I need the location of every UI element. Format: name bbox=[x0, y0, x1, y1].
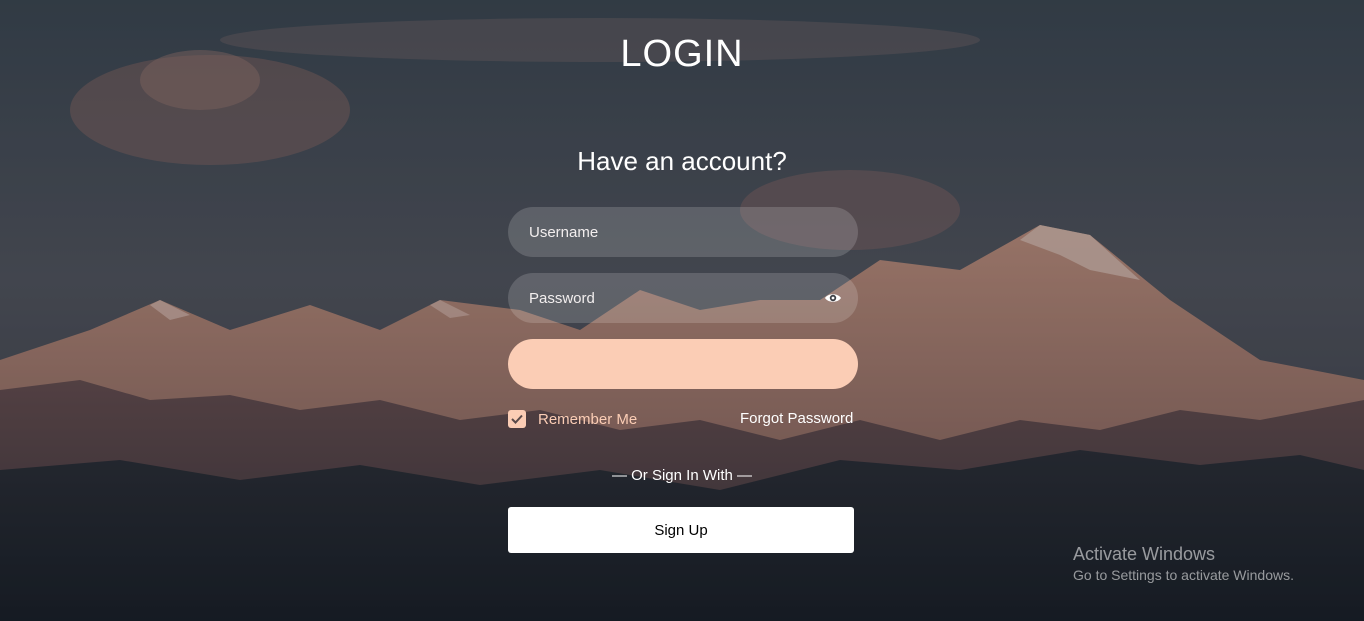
remember-me[interactable]: Remember Me bbox=[508, 409, 637, 429]
activate-windows-watermark: Activate Windows Go to Settings to activ… bbox=[1073, 544, 1294, 583]
sign-in-button[interactable] bbox=[508, 339, 858, 389]
password-input[interactable] bbox=[508, 273, 858, 323]
remember-me-checkbox[interactable] bbox=[508, 410, 526, 428]
password-field[interactable] bbox=[508, 273, 858, 323]
remember-me-label: Remember Me bbox=[538, 410, 638, 428]
forgot-password-link[interactable]: Forgot Password bbox=[740, 410, 853, 427]
eye-icon[interactable] bbox=[824, 290, 842, 306]
or-sign-in-with-divider: — Or Sign In With — bbox=[611, 467, 753, 484]
sign-up-button[interactable]: Sign Up bbox=[508, 507, 854, 553]
check-icon bbox=[511, 414, 523, 424]
watermark-subtitle: Go to Settings to activate Windows. bbox=[1073, 567, 1294, 583]
page-subtitle: Have an account? bbox=[577, 146, 787, 176]
username-field[interactable] bbox=[508, 207, 858, 257]
watermark-title: Activate Windows bbox=[1073, 544, 1216, 564]
username-input[interactable] bbox=[508, 207, 858, 257]
page-title: LOGIN bbox=[620, 33, 744, 75]
